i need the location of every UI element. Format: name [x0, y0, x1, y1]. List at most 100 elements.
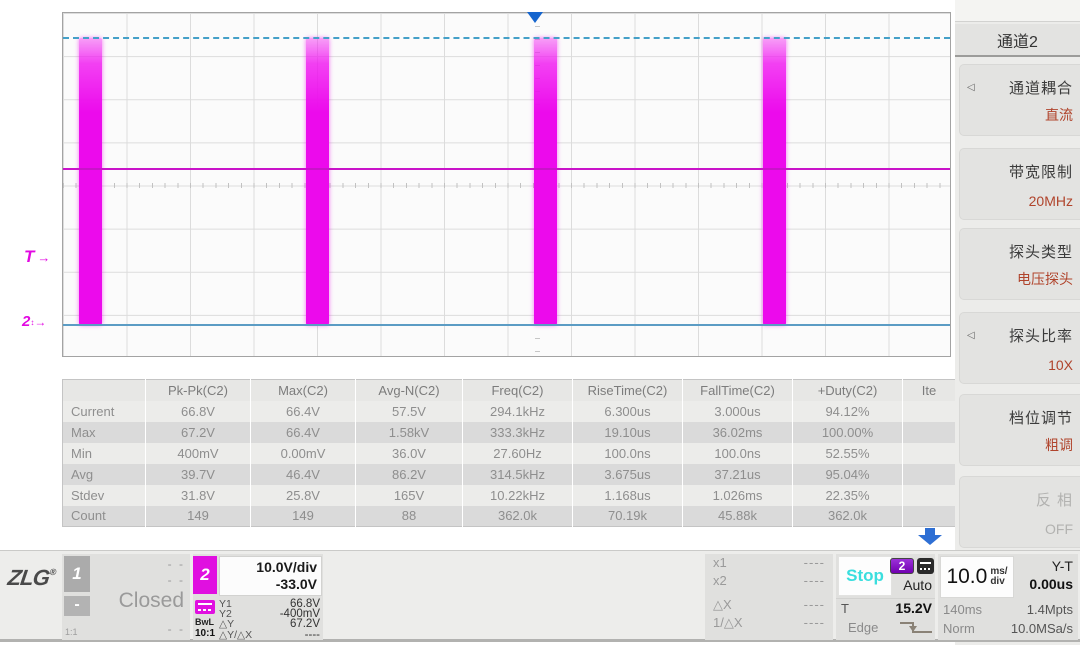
measurement-value: 52.55%	[793, 443, 903, 464]
x-cursor-label: △X	[713, 596, 732, 614]
column-header	[63, 380, 146, 401]
channel2-probe-ratio: 10:1	[195, 628, 215, 639]
run-stop-indicator[interactable]: Stop	[838, 556, 892, 596]
timebase-scale-box[interactable]: 10.0 ms/ div	[940, 556, 1014, 598]
column-header: RiseTime(C2)	[573, 380, 683, 401]
ch2-trace-baseline	[63, 168, 950, 170]
timebase-scale: 10.0	[946, 565, 987, 589]
menu-item-value: 粗调	[1045, 435, 1073, 455]
menu-item-label: 探头类型	[1009, 241, 1073, 262]
row-label: Max	[63, 422, 146, 443]
measurement-value: 100.00%	[793, 422, 903, 443]
measurement-value: 100.0ns	[573, 443, 683, 464]
pulse-burst	[306, 38, 329, 325]
measurement-value: 94.12%	[793, 401, 903, 422]
menu-item-5[interactable]: 档位调节粗调	[959, 394, 1080, 466]
measurement-value: 400mV	[146, 443, 251, 464]
x-cursor-value: ----	[804, 614, 825, 632]
measurement-value: 39.7V	[146, 464, 251, 485]
channel2-status[interactable]: 2 10.0V/div -33.0V BwL 10:1 Y166.8VY2-40…	[193, 554, 323, 640]
table-row: Current66.8V66.4V57.5V294.1kHz6.300us3.0…	[63, 401, 956, 422]
measurement-value: 165V	[356, 485, 463, 506]
trigger-level-value: 15.2V	[895, 600, 932, 616]
channel1-minus-badge[interactable]: -	[64, 596, 90, 616]
channel2-offset: -33.0V	[224, 576, 317, 593]
measurement-value: 100.0ns	[683, 443, 793, 464]
measurement-value: 19.10us	[573, 422, 683, 443]
x-cursor-readout: x1----x2----△X----1/△X----	[705, 554, 833, 640]
channel1-status-text: Closed	[119, 589, 184, 613]
table-row: Min400mV0.00mV36.0V27.60Hz100.0ns100.0ns…	[63, 443, 956, 464]
timebase-status[interactable]: 10.0 ms/ div Y-T 0.00us 140ms 1.4Mpts No…	[938, 554, 1078, 640]
menu-item-value: OFF	[1045, 521, 1073, 537]
channel1-bottom-value: - -	[168, 622, 185, 636]
cursor-value: ----	[305, 630, 320, 640]
channel1-status[interactable]: 1 - - - - - Closed 1:1 - -	[62, 554, 190, 640]
measurement-value: 95.04%	[793, 464, 903, 485]
trigger-level-label: T	[24, 247, 34, 266]
menu-item-value: 10X	[1048, 357, 1073, 373]
x-cursor-label: x2	[713, 572, 727, 590]
row-label: Count	[63, 506, 146, 527]
submenu-arrow-icon: ◁	[967, 330, 975, 341]
measurement-value: 3.675us	[573, 464, 683, 485]
channel1-badge[interactable]: 1	[64, 556, 90, 592]
measurement-value: 66.4V	[251, 401, 356, 422]
trigger-level-marker[interactable]: T→	[24, 247, 50, 267]
menu-item-label: 通道耦合	[1009, 77, 1073, 98]
menu-item-2[interactable]: 带宽限制20MHz	[959, 148, 1080, 220]
column-header: Freq(C2)	[463, 380, 573, 401]
row-label: Current	[63, 401, 146, 422]
measurement-value: 36.02ms	[683, 422, 793, 443]
menu-item-label: 反 相	[1036, 489, 1073, 510]
timebase-unit: ms/ div	[990, 567, 1007, 587]
zlg-logo: ZLG®	[6, 565, 56, 591]
timebase-unit-bottom: div	[990, 576, 1004, 587]
measurement-value	[903, 485, 956, 506]
trigger-position-marker[interactable]	[527, 12, 543, 23]
menu-item-1[interactable]: ◁通道耦合直流	[959, 64, 1080, 136]
measurement-value: 57.5V	[356, 401, 463, 422]
trigger-status[interactable]: Stop 2 Auto T 15.2V Edge	[836, 554, 935, 640]
measurement-value: 31.8V	[146, 485, 251, 506]
column-header: Avg-N(C2)	[356, 380, 463, 401]
measurement-value: 45.88k	[683, 506, 793, 527]
menu-item-label: 探头比率	[1009, 325, 1073, 346]
cursor-y2-line[interactable]	[63, 324, 950, 326]
falling-edge-icon	[899, 620, 933, 641]
channel2-badge[interactable]: 2	[193, 556, 217, 594]
table-row: Count14914988362.0k70.19k45.88k362.0k	[63, 506, 956, 527]
down-arrow-icon	[918, 535, 942, 545]
table-row: Stdev31.8V25.8V165V10.22kHz1.168us1.026m…	[63, 485, 956, 506]
measurement-value: 88	[356, 506, 463, 527]
measurement-value: 0.00mV	[251, 443, 356, 464]
x-cursor-value: ----	[804, 554, 825, 572]
memory-points: 1.4Mpts	[1027, 602, 1073, 617]
menu-title: 通道2	[955, 24, 1080, 57]
cursor-y1-line[interactable]	[63, 37, 950, 39]
menu-item-4[interactable]: ◁ 探头比率 10X	[959, 312, 1080, 384]
table-scroll-down-arrow[interactable]	[917, 528, 943, 546]
status-bar: ZLG® 1 - - - - - Closed 1:1 - - 2 10.0V/…	[0, 550, 1080, 642]
zlg-logo-text: ZLG	[6, 565, 51, 590]
trigger-type: Edge	[848, 620, 878, 635]
table-row: Avg39.7V46.4V86.2V314.5kHz3.675us37.21us…	[63, 464, 956, 485]
x-cursor-label: 1/△X	[713, 614, 743, 632]
channel2-scale: 10.0V/div	[224, 559, 317, 576]
measurement-value: 149	[251, 506, 356, 527]
measurement-value: 37.21us	[683, 464, 793, 485]
record-length: 140ms	[943, 602, 982, 617]
x-cursor-value: ----	[804, 596, 825, 614]
menu-item-value: 直流	[1045, 105, 1073, 125]
channel2-menu: 通道2 ◁ 通道耦合直流带宽限制20MHz 探头类型电压探头 ◁ 探头比率 10X 档位调节…	[955, 0, 1080, 645]
pulse-burst	[79, 38, 102, 325]
menu-item-3[interactable]: 探头类型电压探头	[959, 228, 1080, 300]
column-header: Pk-Pk(C2)	[146, 380, 251, 401]
measurement-value: 27.60Hz	[463, 443, 573, 464]
ch2-position-marker[interactable]: 2↕→	[22, 313, 46, 330]
measurement-value: 314.5kHz	[463, 464, 573, 485]
table-header-row: Pk-Pk(C2)Max(C2)Avg-N(C2)Freq(C2)RiseTim…	[63, 380, 956, 401]
channel1-scale-value: - -	[168, 557, 185, 571]
pulse-burst	[763, 38, 786, 325]
measurement-value	[903, 464, 956, 485]
